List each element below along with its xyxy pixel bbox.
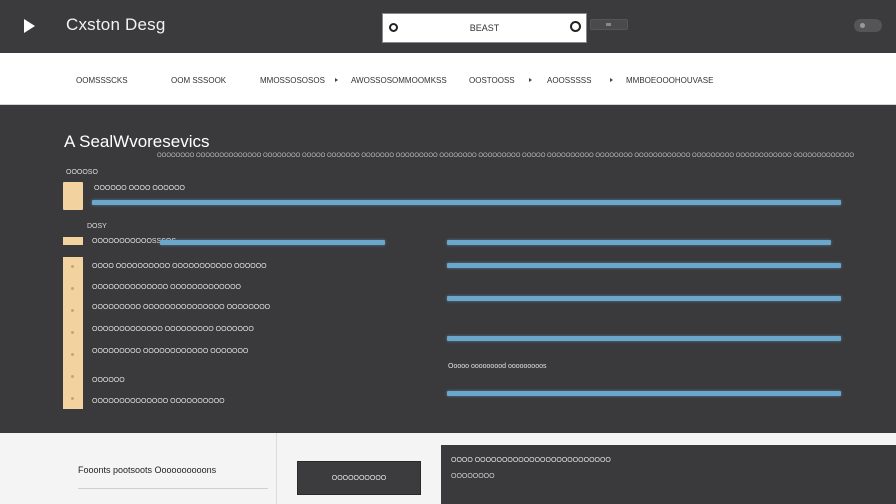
nav-bar: OOMSSSCKS OOM SSSOOK MMOSSOSOSOS AWOSSOS…	[0, 53, 896, 105]
progress-bar	[447, 336, 841, 341]
page-title: A SealWvoresevics	[64, 132, 210, 151]
search-input[interactable]: BEAST	[382, 13, 587, 43]
footer: Fooonts pootsoots Oooooooooons OOOOOOOOO…	[0, 433, 896, 504]
section-marker	[63, 182, 83, 210]
right-label: Ooooo ooooooood ooooooooos	[448, 363, 547, 370]
page-subtitle: OOOOOOOO OOOOOOOOOOOOOO OOOOOOOO OOOOO O…	[157, 153, 855, 159]
list-item[interactable]: OOOO OOOOOOOOOO OOOOOOOOOOO OOOOOO	[92, 263, 267, 270]
toggle-icon[interactable]	[590, 19, 628, 30]
nav-arrow-icon	[529, 78, 532, 82]
nav-item-3[interactable]: MMOSSOSOSOS	[260, 76, 325, 85]
nav-item-7[interactable]: MMBOEOOOHOUVASE	[626, 76, 713, 85]
user-avatar-icon[interactable]	[854, 19, 882, 32]
section-label-1: OOOOSO	[66, 169, 98, 176]
list-item[interactable]: OOOOOOOOOOOOOO OOOOOOOOOO	[92, 398, 225, 405]
app-title: Cxston Desg	[66, 15, 166, 34]
panel-text: OOOOOOOO	[451, 473, 495, 480]
footer-heading: Fooonts pootsoots Oooooooooons	[78, 465, 217, 475]
progress-bar	[447, 263, 841, 268]
row-marker	[71, 331, 74, 334]
section-marker	[63, 237, 83, 245]
nav-arrow-icon	[335, 78, 338, 82]
row-marker-column	[63, 257, 83, 409]
main-content: A SealWvoresevics OOOOOOOO OOOOOOOOOOOOO…	[0, 105, 896, 433]
nav-item-4[interactable]: AWOSSOSOMMOOMKSS	[351, 76, 447, 85]
row-marker	[71, 375, 74, 378]
row-marker	[71, 265, 74, 268]
progress-bar	[447, 240, 831, 245]
list-item[interactable]: OOOOOOOOO OOOOOOOOOOOOOOO OOOOOOOO	[92, 304, 270, 311]
nav-item-6[interactable]: AOOSSSSS	[547, 76, 591, 85]
row-marker	[71, 353, 74, 356]
nav-item-2[interactable]: OOM SSSOOK	[171, 76, 226, 85]
progress-bar	[160, 240, 385, 245]
panel-text: OOOO OOOOOOOOOOOOOOOOOOOOOOOOO	[451, 457, 611, 464]
play-arrow-icon[interactable]	[24, 19, 35, 33]
section-row-label: OOOOOO OOOO OOOOOO	[94, 185, 186, 192]
search-value: BEAST	[469, 23, 500, 33]
divider	[276, 433, 277, 504]
nav-item-1[interactable]: OOMSSSCKS	[76, 76, 128, 85]
list-item[interactable]: OOOOOO	[92, 377, 125, 384]
footer-action-button[interactable]: OOOOOOOOOO	[297, 461, 421, 495]
search-icon	[389, 23, 398, 32]
divider	[78, 488, 268, 489]
row-marker	[71, 309, 74, 312]
top-bar: Cxston Desg BEAST	[0, 0, 896, 53]
row-marker	[71, 287, 74, 290]
list-item[interactable]: OOOOOOOOOOOOO OOOOOOOOO OOOOOOO	[92, 326, 254, 333]
section-label-2: DOSY	[87, 223, 107, 230]
progress-bar	[447, 296, 841, 301]
list-item[interactable]: OOOOOOOOO OOOOOOOOOOOO OOOOOOO	[92, 348, 248, 355]
row-marker	[71, 397, 74, 400]
footer-panel: OOOO OOOOOOOOOOOOOOOOOOOOOOOOO OOOOOOOO	[441, 445, 896, 504]
clear-icon[interactable]	[570, 21, 581, 32]
progress-bar	[447, 391, 841, 396]
nav-arrow-icon	[610, 78, 613, 82]
progress-bar	[92, 200, 841, 205]
list-item[interactable]: OOOOOOOOOOOOOO OOOOOOOOOOOOO	[92, 284, 241, 291]
nav-item-5[interactable]: OOSTOOSS	[469, 76, 515, 85]
